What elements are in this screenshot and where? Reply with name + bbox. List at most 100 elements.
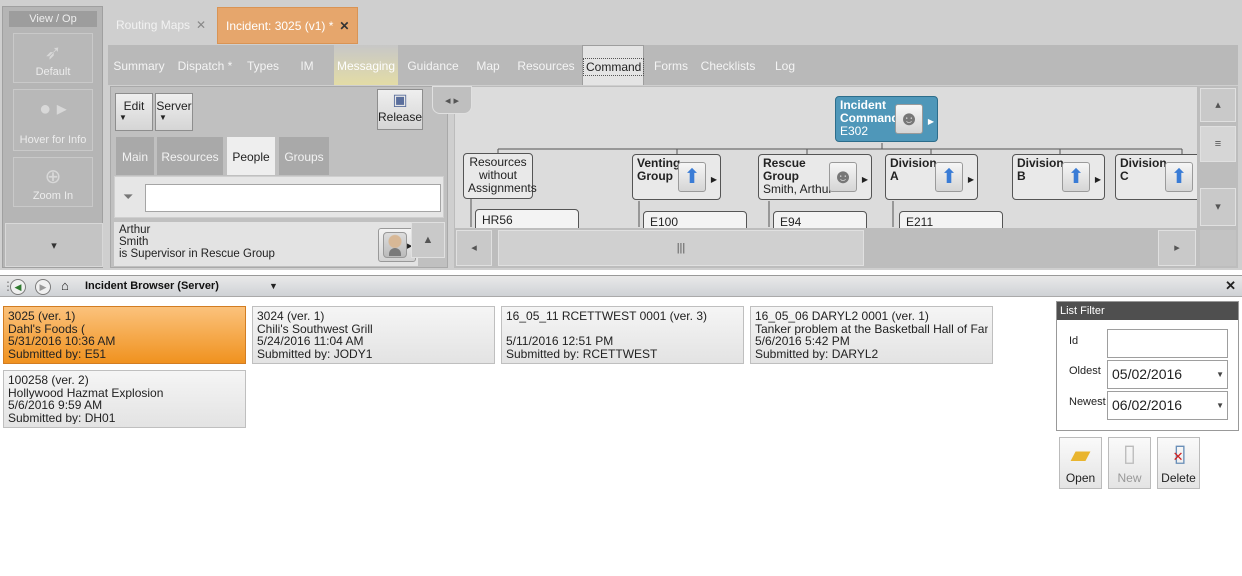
arrow-left-icon: ◀ (14, 282, 22, 292)
scroll-down-button[interactable]: ▾ (1200, 188, 1236, 226)
people-scroll-up-button[interactable]: ▲ (411, 222, 445, 258)
tab-forms[interactable]: Forms (650, 45, 692, 85)
scroll-left-button[interactable]: ◂ (456, 230, 492, 266)
incident-name: Chili's Southwest Grill (257, 322, 373, 335)
incident-title: 3024 (ver. 1) (257, 310, 325, 323)
tab-main[interactable]: Main (116, 137, 154, 175)
tab-command[interactable]: Command (582, 45, 645, 85)
avatar (383, 232, 407, 258)
tab-resources[interactable]: Resources (514, 45, 578, 85)
vertical-scroll-thumb[interactable]: ≡ (1200, 126, 1236, 162)
dropdown-arrow-icon[interactable]: ▼ (1216, 361, 1224, 388)
tab-types[interactable]: Types (242, 45, 284, 85)
dropdown-arrow-icon[interactable]: ▼ (269, 281, 278, 291)
list-filter-title: List Filter (1057, 302, 1238, 320)
id-field[interactable] (1107, 329, 1228, 358)
new-label: New (1117, 471, 1142, 485)
incident-date: 5/24/2016 11:04 AM (257, 335, 364, 348)
view-op-panel: View / Op ➶ Default ● ▸ Hover for Info ⊕… (2, 6, 103, 268)
delete-button[interactable]: ▯✕ Delete (1157, 437, 1200, 489)
division-c-node[interactable]: DivisionC ⬆ ▶ (1115, 154, 1197, 200)
server-label: Server (156, 99, 192, 113)
person-icon: ☻ (829, 162, 857, 192)
node-title: Division (1017, 156, 1064, 170)
tab-messaging[interactable]: Messaging (334, 45, 398, 85)
edit-button[interactable]: Edit ▼ (115, 93, 153, 131)
tab-groups[interactable]: Groups (279, 137, 329, 175)
incident-card[interactable]: 3024 (ver. 1) Chili's Southwest Grill 5/… (252, 306, 495, 364)
tab-panel-resources[interactable]: Resources (157, 137, 223, 175)
newest-date-picker[interactable]: 06/02/2016 ▼ (1107, 391, 1228, 420)
zoom-in-button[interactable]: ⊕ Zoom In (13, 157, 93, 207)
unassigned-resources-node[interactable]: Resources without Assignments (463, 153, 537, 199)
splitter-handle[interactable]: ◂ ▸ (432, 86, 472, 114)
node-title-2: A (890, 169, 899, 183)
release-button[interactable]: ▣ Release (377, 89, 423, 130)
chevron-up-icon: ▲ (422, 234, 434, 246)
view-op-more-button[interactable]: ▾ (5, 223, 103, 267)
scroll-up-button[interactable]: ▴ (1200, 88, 1236, 122)
rescue-group-node[interactable]: Rescue Group Smith, Arthur ☻ ▶ (758, 154, 872, 200)
tab-im[interactable]: IM (292, 45, 322, 85)
incident-submitter: Submitted by: RCETTWEST (506, 347, 658, 360)
close-icon[interactable]: ✕ (196, 18, 206, 32)
scroll-right-button[interactable]: ▸ (1158, 230, 1196, 266)
incident-card[interactable]: 100258 (ver. 2) Hollywood Hazmat Explosi… (3, 370, 246, 428)
org-horizontal-scrollbar[interactable]: ◂ ||| ▸ (454, 228, 1198, 268)
incident-card[interactable]: 16_05_06 DARYL2 0001 (ver. 1) Tanker pro… (750, 306, 993, 364)
scroll-corner (1200, 230, 1236, 266)
server-button[interactable]: Server ▼ (155, 93, 193, 131)
forward-button[interactable]: ▶ (35, 279, 51, 295)
horizontal-scroll-thumb[interactable]: ||| (498, 230, 864, 266)
chevron-down-icon: ▾ (1215, 201, 1221, 213)
arrow-up-icon: ⬆ (935, 162, 963, 192)
tab-checklists[interactable]: Checklists (698, 45, 758, 85)
hover-info-button[interactable]: ● ▸ Hover for Info (13, 89, 93, 151)
default-label: Default (35, 66, 71, 78)
dropdown-arrow-icon[interactable]: ▼ (1216, 392, 1224, 419)
person-item[interactable]: Arthur Smith is Supervisor in Rescue Gro… (114, 222, 418, 266)
dropdown-arrow-icon: ▼ (119, 113, 127, 122)
incident-browser-toolbar: ⋮ ◀ ▶ ⌂ Incident Browser (Server) ▼ ✕ (0, 275, 1242, 297)
incident-title: 16_05_06 DARYL2 0001 (ver. 1) (755, 310, 929, 323)
division-a-node[interactable]: Division A ⬆ ▶ (885, 154, 978, 200)
tab-dispatch[interactable]: Dispatch * (174, 45, 236, 85)
venting-group-node[interactable]: Venting Group ⬆ ▶ (632, 154, 721, 200)
tab-incident-3025[interactable]: Incident: 3025 (v1) * ✕ (217, 7, 359, 44)
chevron-right-icon: ▶ (710, 175, 717, 184)
incident-command-node[interactable]: Incident Command E302 ☻ ▶ (835, 96, 938, 142)
home-icon[interactable]: ⌂ (61, 279, 69, 293)
tab-people[interactable]: People (227, 137, 275, 175)
close-icon[interactable]: ✕ (1225, 278, 1236, 294)
tab-guidance[interactable]: Guidance (404, 45, 462, 85)
close-icon[interactable]: ✕ (339, 19, 349, 33)
incident-card[interactable]: 3025 (ver. 1) Dahl's Foods ( 5/31/2016 1… (3, 306, 246, 364)
zoom-in-label: Zoom In (32, 190, 74, 202)
node-title: Division (890, 156, 937, 170)
pointer-icon: ➶ (44, 42, 62, 64)
node-title: Rescue (763, 156, 806, 170)
release-label: Release (378, 110, 423, 124)
new-button[interactable]: ▯ New (1108, 437, 1151, 489)
back-button[interactable]: ◀ (10, 279, 26, 295)
chevron-right-icon: ▸ (1174, 242, 1180, 254)
tab-log[interactable]: Log (768, 45, 802, 85)
chevron-up-icon: ▴ (1215, 99, 1221, 111)
tab-map[interactable]: Map (470, 45, 506, 85)
tab-routing-maps[interactable]: Routing Maps ✕ (108, 7, 214, 44)
default-button[interactable]: ➶ Default (13, 33, 93, 83)
chevron-right-icon: ▶ (927, 117, 934, 126)
incident-card[interactable]: 16_05_11 RCETTWEST 0001 (ver. 3) 5/11/20… (501, 306, 744, 364)
incident-title: 16_05_11 RCETTWEST 0001 (ver. 3) (506, 310, 707, 323)
people-filter-input[interactable] (145, 184, 441, 212)
open-button[interactable]: ▰ Open (1059, 437, 1102, 489)
division-b-node[interactable]: Division B ⬆ ▶ (1012, 154, 1105, 200)
arrow-up-icon: ⬆ (678, 162, 706, 192)
chevron-right-icon: ▶ (861, 175, 868, 184)
oldest-date-picker[interactable]: 05/02/2016 ▼ (1107, 360, 1228, 389)
tab-summary[interactable]: Summary (110, 45, 168, 85)
org-vertical-scrollbar[interactable]: ▴ ≡ ▾ (1198, 86, 1238, 268)
arrow-up-icon: ⬆ (1165, 162, 1193, 192)
magnifier-icon: ⊕ (44, 166, 62, 188)
tab-routing-maps-label: Routing Maps (116, 18, 191, 32)
